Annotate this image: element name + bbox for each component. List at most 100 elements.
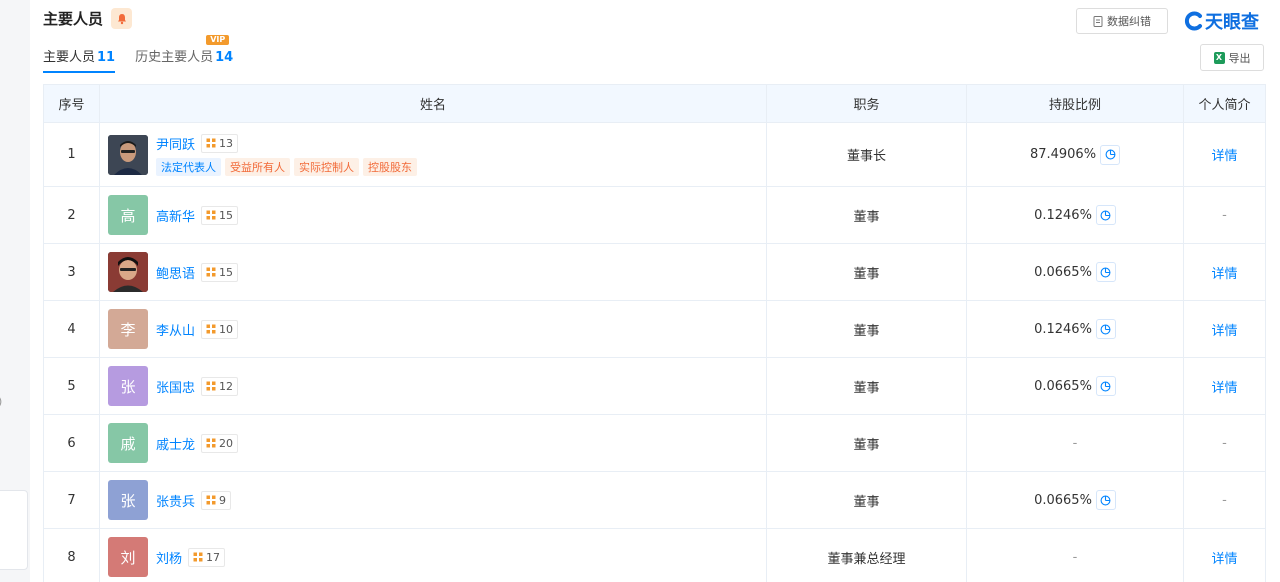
table-row: 2 高 高新华 15 董事 0.1246% - xyxy=(44,187,1266,244)
detail-link[interactable]: 详情 xyxy=(1211,267,1237,282)
share-cell: 0.1246% xyxy=(967,187,1184,244)
profile-cell: - xyxy=(1184,415,1266,472)
position-cell: 董事 xyxy=(767,358,967,415)
relation-graph-button[interactable]: 20 xyxy=(201,434,238,453)
relation-graph-button[interactable]: 17 xyxy=(188,548,225,567)
relation-graph-button[interactable]: 15 xyxy=(201,206,238,225)
detail-empty: - xyxy=(1222,436,1227,451)
detail-link[interactable]: 详情 xyxy=(1211,149,1237,164)
pie-chart-icon[interactable] xyxy=(1100,145,1120,165)
person-name-link[interactable]: 张国忠 xyxy=(156,377,195,396)
avatar[interactable]: 张 xyxy=(108,366,148,406)
export-button[interactable]: X 导出 xyxy=(1200,44,1264,71)
relation-graph-icon xyxy=(206,438,216,448)
relation-graph-button[interactable]: 10 xyxy=(201,320,238,339)
share-cell: 0.0665% xyxy=(967,244,1184,301)
relation-graph-icon xyxy=(206,138,216,148)
person-name-link[interactable]: 李从山 xyxy=(156,320,195,339)
relation-graph-button[interactable]: 9 xyxy=(201,491,231,510)
row-index: 4 xyxy=(44,301,100,358)
vip-badge: VIP xyxy=(206,35,229,45)
relation-graph-button[interactable]: 12 xyxy=(201,377,238,396)
profile-cell: 详情 xyxy=(1184,358,1266,415)
share-cell: 0.0665% xyxy=(967,358,1184,415)
data-correction-button[interactable]: 数据纠错 xyxy=(1076,8,1168,34)
position-cell: 董事 xyxy=(767,301,967,358)
pie-chart-icon[interactable] xyxy=(1096,376,1116,396)
relation-graph-icon xyxy=(206,381,216,391)
tab-count: 11 xyxy=(97,50,115,65)
tab-current-personnel[interactable]: 主要人员11 xyxy=(43,46,115,73)
excel-icon: X xyxy=(1214,52,1225,64)
row-index: 6 xyxy=(44,415,100,472)
detail-link[interactable]: 详情 xyxy=(1211,552,1237,567)
avatar[interactable]: 刘 xyxy=(108,537,148,577)
avatar[interactable]: 戚 xyxy=(108,423,148,463)
name-cell: 戚 戚士龙 20 xyxy=(100,415,767,472)
table-row: 7 张 张贵兵 9 董事 0.0665% - xyxy=(44,472,1266,529)
share-cell: - xyxy=(967,415,1184,472)
avatar[interactable]: 李 xyxy=(108,309,148,349)
relation-graph-icon xyxy=(193,552,203,562)
share-cell: 0.1246% xyxy=(967,301,1184,358)
pie-chart-icon[interactable] xyxy=(1096,319,1116,339)
pie-chart-icon[interactable] xyxy=(1096,490,1116,510)
bell-icon[interactable] xyxy=(111,8,132,29)
detail-link[interactable]: 详情 xyxy=(1211,324,1237,339)
tianyancha-logo-icon xyxy=(1184,11,1204,31)
tab-label: 历史主要人员 xyxy=(135,50,213,65)
share-value: - xyxy=(1073,436,1078,451)
person-name-link[interactable]: 鲍思语 xyxy=(156,263,195,282)
row-index: 2 xyxy=(44,187,100,244)
profile-cell: 详情 xyxy=(1184,301,1266,358)
tag-controlling-shareholder: 控股股东 xyxy=(363,158,417,176)
relation-graph-button[interactable]: 13 xyxy=(201,134,238,153)
col-header-share: 持股比例 xyxy=(967,85,1184,123)
tag-legal-representative: 法定代表人 xyxy=(156,158,221,176)
tab-count: 14 xyxy=(215,50,233,65)
tab-label: 主要人员 xyxy=(43,50,95,65)
relation-graph-button[interactable]: 15 xyxy=(201,263,238,282)
relation-count: 10 xyxy=(219,323,233,336)
name-cell: 鲍思语 15 xyxy=(100,244,767,301)
person-name-link[interactable]: 刘杨 xyxy=(156,548,182,567)
position-cell: 董事长 xyxy=(767,123,967,187)
share-value: 87.4906% xyxy=(1030,147,1096,162)
pie-chart-icon[interactable] xyxy=(1096,262,1116,282)
detail-link[interactable]: 详情 xyxy=(1211,381,1237,396)
avatar[interactable] xyxy=(108,135,148,175)
col-header-name: 姓名 xyxy=(100,85,767,123)
person-name-link[interactable]: 张贵兵 xyxy=(156,491,195,510)
table-row: 4 李 李从山 10 董事 0.1246% 详情 xyxy=(44,301,1266,358)
person-name-link[interactable]: 戚士龙 xyxy=(156,434,195,453)
person-name-link[interactable]: 尹同跃 xyxy=(156,134,195,153)
role-tags: 法定代表人 受益所有人 实际控制人 控股股东 xyxy=(156,158,417,176)
person-name-link[interactable]: 高新华 xyxy=(156,206,195,225)
profile-cell: 详情 xyxy=(1184,529,1266,582)
share-cell: 0.0665% xyxy=(967,472,1184,529)
profile-cell: 详情 xyxy=(1184,244,1266,301)
export-label: 导出 xyxy=(1229,50,1251,66)
pie-chart-icon[interactable] xyxy=(1096,205,1116,225)
tag-actual-controller[interactable]: 实际控制人 xyxy=(294,158,359,176)
table-row: 1 尹同跃 13 xyxy=(44,123,1266,187)
avatar[interactable]: 高 xyxy=(108,195,148,235)
brand-logo[interactable]: 天眼查 xyxy=(1184,8,1259,34)
tag-beneficial-owner[interactable]: 受益所有人 xyxy=(225,158,290,176)
table-row: 8 刘 刘杨 17 董事兼总经理 - 详情 xyxy=(44,529,1266,582)
tab-history-personnel[interactable]: VIP 历史主要人员14 xyxy=(135,46,233,73)
col-header-title: 职务 xyxy=(767,85,967,123)
relation-count: 20 xyxy=(219,437,233,450)
profile-cell: - xyxy=(1184,187,1266,244)
avatar[interactable] xyxy=(108,252,148,292)
relation-count: 15 xyxy=(219,266,233,279)
share-value: 0.0665% xyxy=(1034,493,1092,508)
personnel-table: 序号 姓名 职务 持股比例 个人简介 1 尹同跃 xyxy=(43,84,1266,582)
avatar[interactable]: 张 xyxy=(108,480,148,520)
position-cell: 董事 xyxy=(767,244,967,301)
name-cell: 刘 刘杨 17 xyxy=(100,529,767,582)
profile-cell: 详情 xyxy=(1184,123,1266,187)
relation-count: 17 xyxy=(206,551,220,564)
name-cell: 高 高新华 15 xyxy=(100,187,767,244)
relation-graph-icon xyxy=(206,210,216,220)
